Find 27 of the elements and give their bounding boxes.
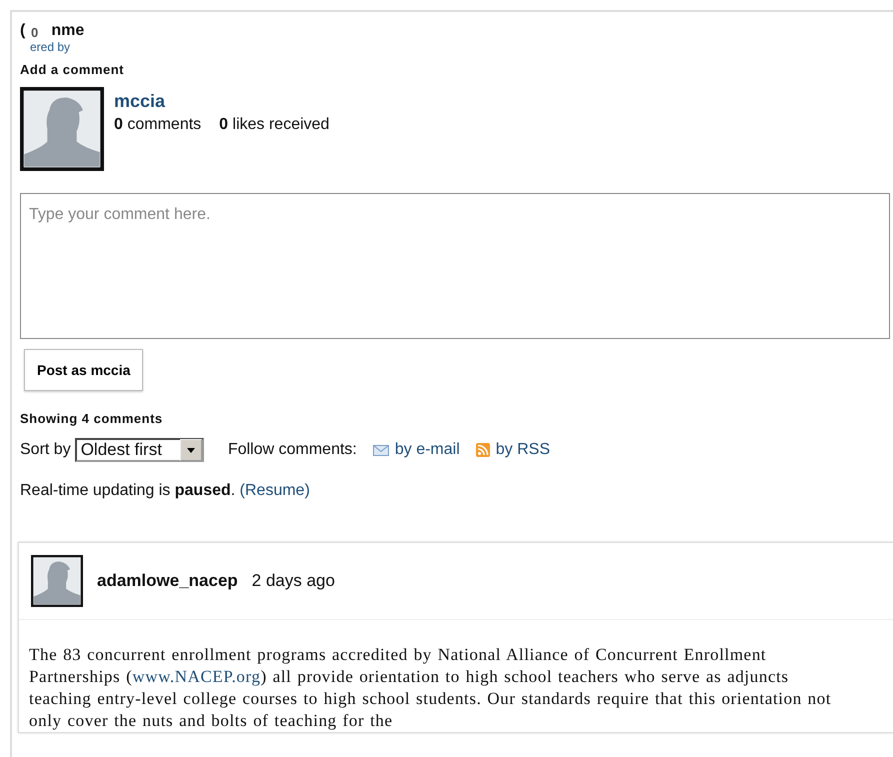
- widget-title: nme: [51, 22, 84, 40]
- avatar-icon: [31, 555, 83, 607]
- count-label: 0: [31, 25, 38, 40]
- powered-by-link[interactable]: ered by: [30, 40, 893, 54]
- rss-link[interactable]: by RSS: [476, 441, 550, 459]
- comments-stat: 0 comments: [114, 116, 202, 134]
- comment-field[interactable]: Type your comment here.: [20, 193, 890, 339]
- envelope-icon: [372, 444, 389, 456]
- website-link[interactable]: www.NACEP.org: [132, 667, 261, 686]
- widget-title: (: [20, 22, 26, 40]
- sort-dropdown[interactable]: Oldest first: [74, 438, 204, 462]
- username-link[interactable]: mccia: [114, 91, 330, 112]
- post-button[interactable]: Post as mccia: [24, 349, 144, 391]
- follow-label: Follow comments:: [228, 441, 357, 459]
- email-link[interactable]: by e-mail: [372, 441, 460, 459]
- rss-icon: [476, 443, 490, 457]
- section-heading: Add a comment: [20, 62, 126, 77]
- resume-link[interactable]: (Resume): [240, 482, 310, 499]
- caret-icon: [180, 439, 202, 461]
- comment-text: The 83 concurrent enrollment programs accredited by National Alliance of Concurrent Enrollment Partnerships (www.NACEP.org) all provide orientation to high school teachers who serve as adjuncts teaching entry-level college courses to high school students. Our standards require that this orientation not only cover the nuts and bolts of teaching for the: [28, 644, 832, 732]
- status-text: Real-time updating is paused.: [20, 482, 236, 499]
- sort-label: Sort by: [20, 441, 71, 459]
- comments-count: Showing 4 comments: [20, 411, 164, 426]
- avatar-icon: [20, 87, 104, 171]
- comment-time: 2 days ago: [252, 571, 335, 591]
- likes-stat: 0 likes received: [219, 116, 330, 134]
- comment-author[interactable]: adamlowe_nacep: [97, 571, 238, 591]
